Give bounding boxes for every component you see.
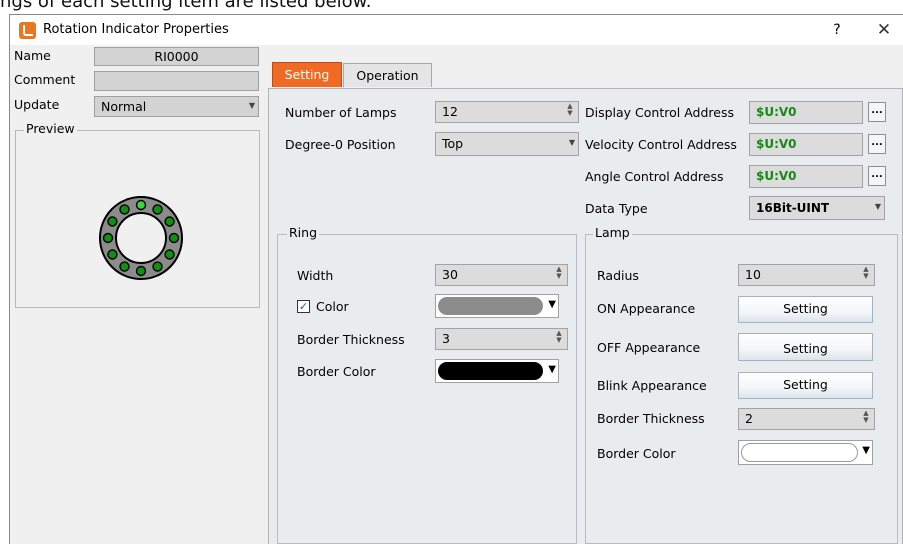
spinner-icon[interactable]: ▲ ▼ [555,330,563,344]
velocity-control-address-label: Velocity Control Address [585,137,737,152]
degree0-position-select[interactable]: Top ▼ [435,132,579,156]
name-value: RI0000 [154,49,199,64]
ring-border-thickness-stepper[interactable]: 3 ▲ ▼ [435,328,568,350]
blink-appearance-label: Blink Appearance [597,378,707,393]
ring-icon [100,197,182,279]
ring-border-color-picker[interactable]: ▼ [435,359,559,383]
comment-label: Comment [14,72,76,87]
lamp-border-thickness-value: 2 [745,411,753,426]
chevron-down-icon: ▼ [248,101,255,110]
tab-setting[interactable]: Setting [272,62,342,87]
data-type-select[interactable]: 16Bit-UINT ▼ [749,196,885,220]
blink-appearance-setting-button[interactable]: Setting [738,372,873,399]
ring-color-checkbox[interactable]: ✓ [297,300,310,313]
dialog-client: Name RI0000 Comment Update Normal ▼ Prev… [10,45,903,544]
ring-color-label: Color [316,299,349,314]
degree0-position-label: Degree-0 Position [285,137,396,152]
rotation-indicator-preview [99,196,183,280]
title-bar[interactable]: Rotation Indicator Properties ? ✕ [10,15,903,45]
lamp-icon [119,261,130,272]
lamp-icon [164,216,175,227]
name-label: Name [14,48,51,63]
ring-width-label: Width [297,268,334,283]
lamp-icon [152,204,163,215]
lamp-border-color-label: Border Color [597,446,676,461]
tab-operation[interactable]: Operation [343,63,432,87]
lamp-border-color-swatch [741,443,858,462]
spinner-icon[interactable]: ▲ ▼ [566,103,574,117]
update-label: Update [14,97,60,112]
on-appearance-setting-button[interactable]: Setting [738,296,873,323]
lamp-icon [107,249,118,260]
window-title: Rotation Indicator Properties [43,22,229,37]
data-type-label: Data Type [585,201,648,216]
setting-panel: Number of Lamps 12 ▲ ▼ Display Control Ad… [268,88,903,544]
lamp-border-thickness-stepper[interactable]: 2 ▲ ▼ [738,408,875,430]
lamp-icon [135,265,147,277]
angle-control-address-value: $U:V0 [756,169,797,183]
chevron-down-icon: ▼ [862,445,870,456]
close-icon[interactable]: ✕ [873,19,895,41]
ring-width-stepper[interactable]: 30 ▲ ▼ [435,264,568,286]
chevron-down-icon: ▼ [568,138,575,147]
lamp-group-label: Lamp [593,225,632,240]
ring-border-thickness-label: Border Thickness [297,332,405,347]
spinner-icon[interactable]: ▲ ▼ [555,266,563,280]
ring-width-value: 30 [442,267,458,282]
data-type-value: 16Bit-UINT [756,201,830,215]
ring-border-thickness-value: 3 [442,331,450,346]
lamp-icon [102,232,114,244]
clipped-document-text: ngs of each setting item are listed belo… [0,0,372,12]
angle-control-address-field[interactable]: $U:V0 [749,165,863,188]
chevron-down-icon: ▼ [548,364,556,375]
number-of-lamps-value: 12 [442,104,458,119]
lamp-radius-stepper[interactable]: 10 ▲ ▼ [738,264,875,286]
display-control-address-label: Display Control Address [585,105,734,120]
spinner-icon[interactable]: ▲ ▼ [862,266,870,280]
spinner-icon[interactable]: ▲ ▼ [862,410,870,424]
lamp-radius-label: Radius [597,268,639,283]
update-value: Normal [101,99,147,114]
lamp-radius-value: 10 [745,267,761,282]
lamp-icon [168,232,180,244]
dialog-window: Rotation Indicator Properties ? ✕ Name R… [9,14,903,544]
app-icon [19,22,36,39]
lamp-icon [164,249,175,260]
lamp-icon [152,261,163,272]
update-select[interactable]: Normal ▼ [94,96,259,117]
ring-group-label: Ring [287,225,320,240]
ring-border-color-swatch [438,362,543,380]
comment-field[interactable] [94,71,259,91]
velocity-control-address-value: $U:V0 [756,137,797,151]
chevron-down-icon: ▼ [548,299,556,310]
degree0-position-value: Top [442,136,464,151]
display-address-browse-button[interactable]: ... [868,102,886,122]
ring-color-swatch [438,297,543,315]
lamp-border-thickness-label: Border Thickness [597,411,705,426]
velocity-address-browse-button[interactable]: ... [868,134,886,154]
ring-border-color-label: Border Color [297,364,376,379]
lamp-icon [107,216,118,227]
preview-label: Preview [24,121,77,136]
velocity-control-address-field[interactable]: $U:V0 [749,133,863,156]
display-control-address-field[interactable]: $U:V0 [749,101,863,124]
name-field: RI0000 [94,47,259,66]
number-of-lamps-stepper[interactable]: 12 ▲ ▼ [435,101,579,123]
number-of-lamps-label: Number of Lamps [285,105,397,120]
off-appearance-label: OFF Appearance [597,340,701,355]
angle-address-browse-button[interactable]: ... [868,166,886,186]
off-appearance-setting-button[interactable]: Setting [738,333,873,361]
lamp-icon [119,204,130,215]
lamp-border-color-picker[interactable]: ▼ [738,440,873,465]
lamp-icon [135,199,147,211]
ring-color-picker[interactable]: ▼ [435,294,559,318]
help-button[interactable]: ? [827,20,847,40]
display-control-address-value: $U:V0 [756,105,797,119]
ring-inner-border [115,212,167,264]
on-appearance-label: ON Appearance [597,301,696,316]
chevron-down-icon: ▼ [874,202,881,211]
angle-control-address-label: Angle Control Address [585,169,724,184]
